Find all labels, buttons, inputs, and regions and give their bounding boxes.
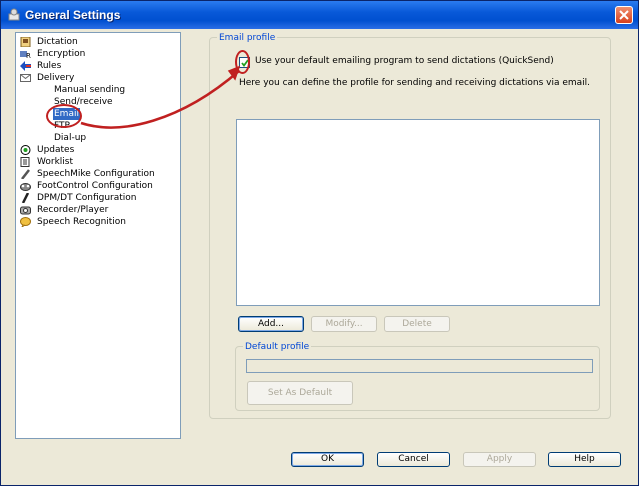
- email-profile-description: Here you can define the profile for send…: [239, 78, 591, 88]
- svg-text:R: R: [26, 52, 31, 59]
- footcontrol-icon: [20, 183, 31, 191]
- apply-button[interactable]: Apply: [463, 452, 536, 467]
- worklist-icon: [20, 157, 30, 167]
- settings-tree[interactable]: Dictation R Encryption Rules Delivery Ma…: [15, 32, 181, 439]
- speech-recognition-icon: [20, 217, 31, 227]
- tree-item-manual-sending[interactable]: Manual sending: [54, 84, 125, 96]
- set-as-default-button[interactable]: Set As Default: [247, 381, 353, 405]
- email-profile-title: Email profile: [217, 33, 278, 43]
- ok-button[interactable]: OK: [291, 452, 364, 467]
- window-title: General Settings: [25, 8, 121, 22]
- speechmike-icon: [21, 169, 30, 179]
- encryption-icon: R: [20, 51, 31, 59]
- title-bar[interactable]: General Settings: [1, 1, 638, 29]
- updates-icon: [20, 145, 31, 155]
- email-highlight-ring: [46, 104, 82, 128]
- close-icon: [619, 10, 629, 20]
- help-button[interactable]: Help: [548, 452, 621, 467]
- checkbox-highlight-ring: [235, 50, 250, 74]
- add-button[interactable]: Add...: [238, 316, 304, 332]
- general-settings-window: General Settings Dictation R Encryption …: [0, 0, 639, 486]
- cancel-button[interactable]: Cancel: [377, 452, 450, 467]
- tree-item-dial-up[interactable]: Dial-up: [54, 132, 86, 144]
- modify-button[interactable]: Modify...: [311, 316, 377, 332]
- delivery-icon: [20, 74, 31, 82]
- quicksend-label[interactable]: Use your default emailing program to sen…: [255, 56, 554, 66]
- dpm-icon: [21, 193, 30, 203]
- recorder-icon: [20, 206, 31, 215]
- email-profiles-list[interactable]: [236, 119, 600, 306]
- rules-icon: [20, 61, 31, 71]
- close-button[interactable]: [615, 6, 633, 24]
- app-icon: [8, 8, 20, 21]
- dictation-icon: [20, 37, 31, 47]
- default-profile-title: Default profile: [243, 342, 312, 352]
- delete-button[interactable]: Delete: [384, 316, 450, 332]
- default-profile-field: [246, 359, 593, 373]
